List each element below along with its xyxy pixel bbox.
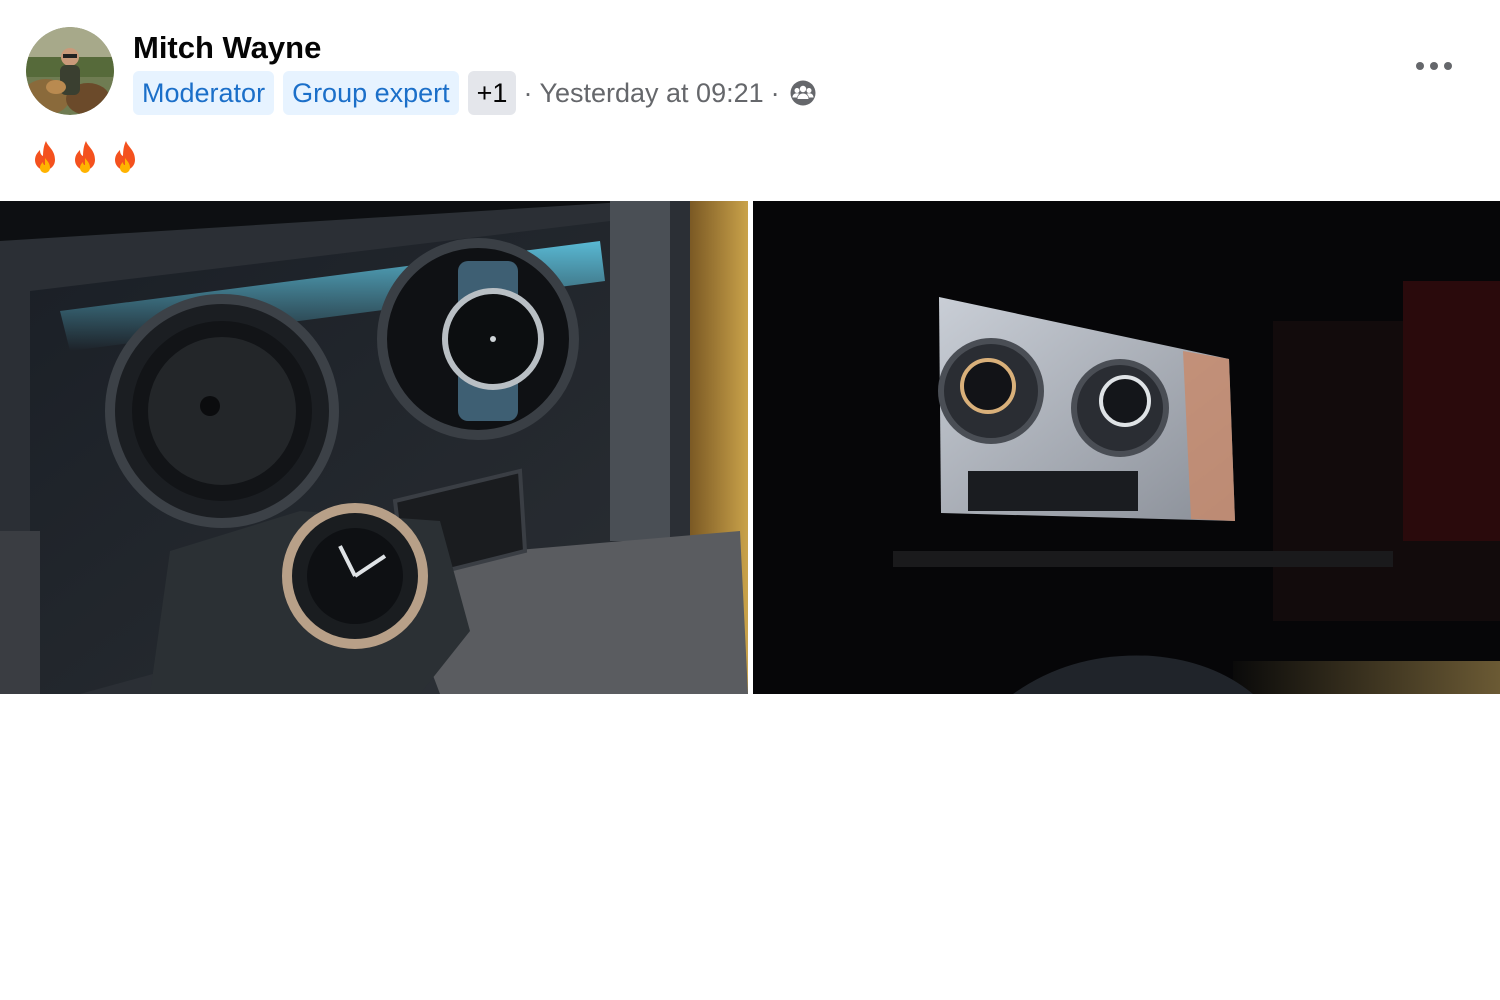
photo-grid bbox=[0, 201, 1500, 694]
author-avatar[interactable] bbox=[26, 27, 114, 115]
badge-moderator[interactable]: Moderator bbox=[133, 71, 275, 115]
more-options-button[interactable] bbox=[1410, 50, 1458, 82]
post-text bbox=[28, 138, 148, 180]
post-timestamp[interactable]: Yesterday at 09:21 bbox=[539, 78, 763, 109]
post-photo-2[interactable] bbox=[753, 201, 1500, 694]
fire-emoji bbox=[35, 141, 55, 173]
group-post: Mitch Wayne Moderator Group expert +1 · … bbox=[0, 0, 1500, 1000]
post-photo-1[interactable] bbox=[0, 201, 748, 694]
author-name[interactable]: Mitch Wayne bbox=[133, 29, 321, 67]
fire-emoji bbox=[115, 141, 135, 173]
meta-separator: · bbox=[770, 77, 780, 108]
badge-more[interactable]: +1 bbox=[467, 71, 517, 115]
meta-separator: · bbox=[523, 77, 533, 108]
group-members-icon bbox=[789, 79, 817, 107]
fire-emoji bbox=[75, 141, 95, 173]
more-options-icon bbox=[1416, 62, 1452, 70]
post-meta: Moderator Group expert +1 · Yesterday at… bbox=[133, 71, 817, 115]
badge-group-expert[interactable]: Group expert bbox=[283, 71, 459, 115]
